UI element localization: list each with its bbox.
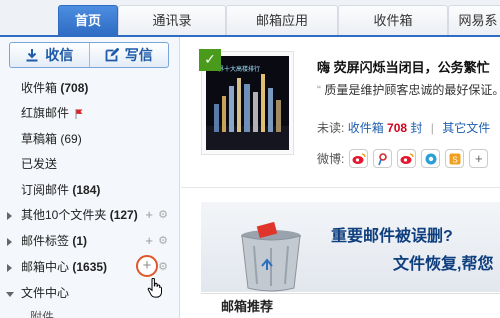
unread-count: (127) xyxy=(109,208,138,222)
sidebar-item-flagged[interactable]: 红旗邮件 xyxy=(0,101,179,125)
add-icon[interactable]: + xyxy=(469,149,489,168)
add-tag-icon[interactable]: + xyxy=(145,229,153,253)
sidebar-item-label: 邮件标签 xyxy=(21,234,70,248)
unread-label: 未读: xyxy=(317,121,345,135)
sina-weibo-icon[interactable] xyxy=(397,149,417,168)
expand-caret-icon[interactable] xyxy=(7,212,12,220)
gear-icon[interactable]: ⚙ xyxy=(158,203,168,227)
tab-home[interactable]: 首页 xyxy=(58,5,118,35)
hand-cursor-icon xyxy=(147,278,162,298)
other-folders-link[interactable]: 其它文件 xyxy=(442,121,490,135)
skyline-stamp[interactable]: 世界十大高楼排行 ✓ xyxy=(199,49,294,155)
recycle-bin-icon xyxy=(241,222,301,292)
sidebar-item-label: 附件 xyxy=(30,310,55,318)
unread-summary: 未读: 收件箱 708 封 | 其它文件 xyxy=(317,121,491,135)
compose-label: 写信 xyxy=(124,47,153,63)
sidebar-item-inbox[interactable]: 收件箱 (708) xyxy=(0,76,179,100)
expand-caret-icon[interactable] xyxy=(7,238,12,246)
check-icon: ✓ xyxy=(199,49,221,71)
sidebar-item-label: 已发送 xyxy=(21,157,58,171)
sidebar-item-subscriptions[interactable]: 订阅邮件 (184) xyxy=(0,178,179,202)
sidebar-item-label: 订阅邮件 xyxy=(21,183,70,197)
sohu-weibo-icon[interactable]: S xyxy=(445,149,465,168)
sidebar-item-drafts[interactable]: 草稿箱 (69) xyxy=(0,127,179,151)
add-mailbox-button[interactable]: + xyxy=(136,255,158,277)
greeting-headline: 嗨 荧屏闪烁当闭目，公务繁忙 xyxy=(317,60,490,75)
sidebar-item-label: 邮箱中心 xyxy=(21,260,70,274)
sidebar-item-attachments[interactable]: 附件 xyxy=(0,305,179,318)
receive-button[interactable]: 收信 xyxy=(10,43,89,67)
inbox-unread-count[interactable]: 708 xyxy=(387,121,407,135)
collapse-caret-icon[interactable] xyxy=(6,292,14,297)
banner-subtitle: 文件恢复,帮您 xyxy=(393,256,494,273)
content-divider xyxy=(181,187,500,188)
sidebar-item-label: 红旗邮件 xyxy=(21,106,70,120)
quote-mark-icon: “ xyxy=(317,83,321,97)
inbox-unit: 封 xyxy=(410,121,423,135)
svg-text:S: S xyxy=(452,155,457,164)
inbox-link[interactable]: 收件箱 xyxy=(348,121,384,135)
add-folder-icon[interactable]: + xyxy=(145,203,153,227)
mail-action-buttons: 收信 写信 xyxy=(9,42,169,68)
netease-weibo-icon[interactable] xyxy=(421,149,441,168)
unread-count: (1635) xyxy=(72,260,108,274)
compose-icon xyxy=(105,48,119,62)
unread-count: (184) xyxy=(72,183,101,197)
tab-contacts[interactable]: 通讯录 xyxy=(118,5,226,35)
sidebar-item-label: 其他10个文件夹 xyxy=(21,208,107,222)
tab-netease[interactable]: 网易系 xyxy=(448,5,500,35)
weibo-row: 微博: S + xyxy=(317,149,489,168)
gear-icon[interactable]: ⚙ xyxy=(158,229,168,253)
recovery-banner[interactable]: 重要邮件被误删? 文件恢复,帮您 xyxy=(201,202,500,292)
sidebar-item-label: 收件箱 xyxy=(21,81,58,95)
sidebar: 收信 写信 收件箱 (708) 红旗邮件 草稿箱 (69) 已发送 订阅邮件 (… xyxy=(0,37,180,318)
sidebar-item-tags[interactable]: 邮件标签 (1) + ⚙ xyxy=(0,229,179,253)
download-icon xyxy=(26,49,38,62)
quote-text: 质量是维护顾客忠诚的最好保证。 xyxy=(324,83,500,97)
tab-mail-apps[interactable]: 邮箱应用 xyxy=(226,5,338,35)
sidebar-item-sent[interactable]: 已发送 xyxy=(0,152,179,176)
red-flag-icon xyxy=(75,108,83,119)
daily-quote: “ 质量是维护顾客忠诚的最好保证。 xyxy=(317,81,500,98)
mailbox-recommend-title: 邮箱推荐 xyxy=(201,293,500,318)
sidebar-item-other-folders[interactable]: 其他10个文件夹 (127) + ⚙ xyxy=(0,203,179,227)
sina-weibo-icon[interactable] xyxy=(349,149,369,168)
banner-title: 重要邮件被误删? xyxy=(331,228,453,245)
draft-count: (69) xyxy=(60,132,82,146)
top-tab-bar: 首页 通讯录 邮箱应用 收件箱 网易系 xyxy=(0,0,500,37)
compose-button[interactable]: 写信 xyxy=(88,43,169,67)
expand-caret-icon[interactable] xyxy=(7,264,12,272)
weibo-label: 微博: xyxy=(317,152,345,166)
sidebar-item-label: 草稿箱 xyxy=(21,132,58,146)
unread-count: (1) xyxy=(72,234,88,248)
sidebar-item-label: 文件中心 xyxy=(21,286,70,300)
tencent-weibo-icon[interactable] xyxy=(373,149,393,168)
main-content: 世界十大高楼排行 ✓ 嗨 荧屏闪烁当闭目，公务繁忙 “ 质量是维护顾客忠诚的最好… xyxy=(181,37,500,318)
receive-label: 收信 xyxy=(45,47,74,63)
unread-count: (708) xyxy=(60,81,89,95)
gear-icon[interactable]: ⚙ xyxy=(158,255,168,279)
tab-inbox[interactable]: 收件箱 xyxy=(338,5,448,35)
